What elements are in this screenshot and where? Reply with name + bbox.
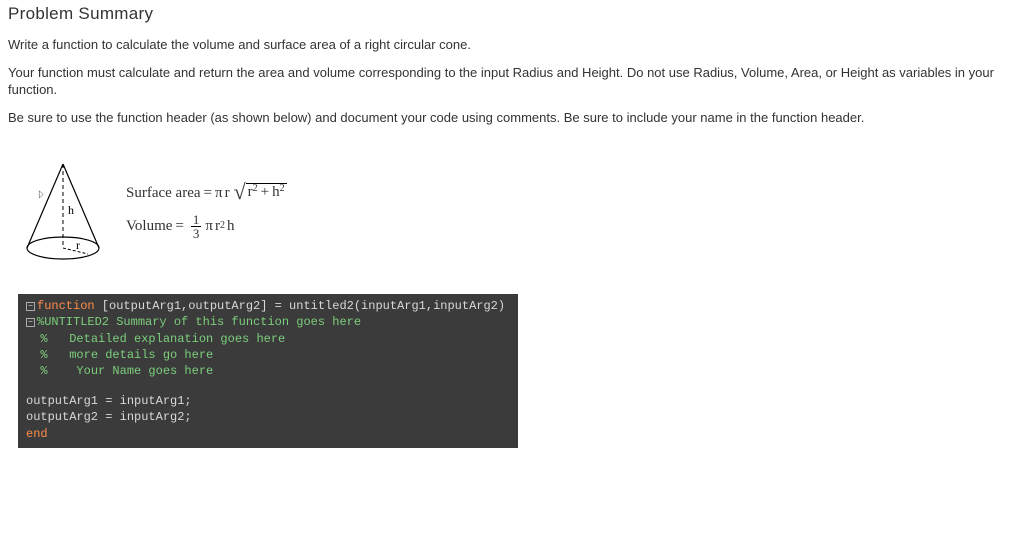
exp-2a: 2 bbox=[253, 183, 258, 194]
paragraph-3: Be sure to use the function header (as s… bbox=[8, 109, 1016, 127]
function-keyword: function bbox=[37, 299, 95, 313]
function-signature: [outputArg1,outputArg2] = untitled2(inpu… bbox=[95, 299, 505, 313]
body-2: outputArg2 = inputArg2; bbox=[26, 410, 192, 424]
code-line-5: % Your Name goes here bbox=[26, 363, 510, 379]
comment-4: % Your Name goes here bbox=[40, 364, 213, 378]
r-label: r bbox=[76, 238, 80, 252]
page-title: Problem Summary bbox=[8, 4, 1016, 24]
h-under-root: h bbox=[272, 184, 280, 201]
cone-diagram: h r bbox=[18, 156, 108, 266]
code-line-4: % more details go here bbox=[26, 347, 510, 363]
equals-sign: = bbox=[204, 185, 212, 202]
fold-icon: − bbox=[26, 302, 35, 311]
fraction-den: 3 bbox=[191, 227, 202, 240]
radical-icon: √ bbox=[234, 181, 246, 203]
equals-sign-2: = bbox=[175, 218, 183, 235]
formula-list: Surface area = π r √ r2 + h2 Volume = 1 … bbox=[126, 183, 287, 240]
fraction-num: 1 bbox=[191, 213, 202, 227]
paragraph-1: Write a function to calculate the volume… bbox=[8, 36, 1016, 54]
r-symbol: r bbox=[225, 185, 230, 202]
fold-icon: − bbox=[26, 318, 35, 327]
code-line-7: outputArg2 = inputArg2; bbox=[26, 409, 510, 425]
plus-sign: + bbox=[261, 184, 269, 201]
paragraph-2: Your function must calculate and return … bbox=[8, 64, 1016, 99]
volume-label: Volume bbox=[126, 218, 172, 235]
surface-area-formula: Surface area = π r √ r2 + h2 bbox=[126, 183, 287, 205]
sqrt-expression: √ r2 + h2 bbox=[234, 183, 287, 205]
h-symbol: h bbox=[227, 218, 235, 235]
exp-2b: 2 bbox=[280, 183, 285, 194]
pi-symbol-2: π bbox=[205, 218, 213, 235]
formula-section: h r Surface area = π r √ r2 + h2 Volume … bbox=[18, 156, 1016, 266]
code-line-8: end bbox=[26, 426, 510, 442]
comment-2: % Detailed explanation goes here bbox=[40, 332, 285, 346]
code-line-3: % Detailed explanation goes here bbox=[26, 331, 510, 347]
surface-label: Surface area bbox=[126, 185, 201, 202]
body-1: outputArg1 = inputArg1; bbox=[26, 394, 192, 408]
code-line-2: −%UNTITLED2 Summary of this function goe… bbox=[26, 314, 510, 330]
end-keyword: end bbox=[26, 427, 48, 441]
exp-2c: 2 bbox=[220, 220, 225, 231]
comment-1: %UNTITLED2 Summary of this function goes… bbox=[37, 315, 361, 329]
code-line-6: outputArg1 = inputArg1; bbox=[26, 393, 510, 409]
volume-formula: Volume = 1 3 π r2 h bbox=[126, 213, 287, 240]
code-line-1: −function [outputArg1,outputArg2] = unti… bbox=[26, 298, 510, 314]
code-editor: −function [outputArg1,outputArg2] = unti… bbox=[18, 294, 518, 448]
one-third-fraction: 1 3 bbox=[191, 213, 202, 240]
comment-3: % more details go here bbox=[40, 348, 213, 362]
pi-symbol: π bbox=[215, 185, 223, 202]
h-label: h bbox=[68, 203, 74, 217]
